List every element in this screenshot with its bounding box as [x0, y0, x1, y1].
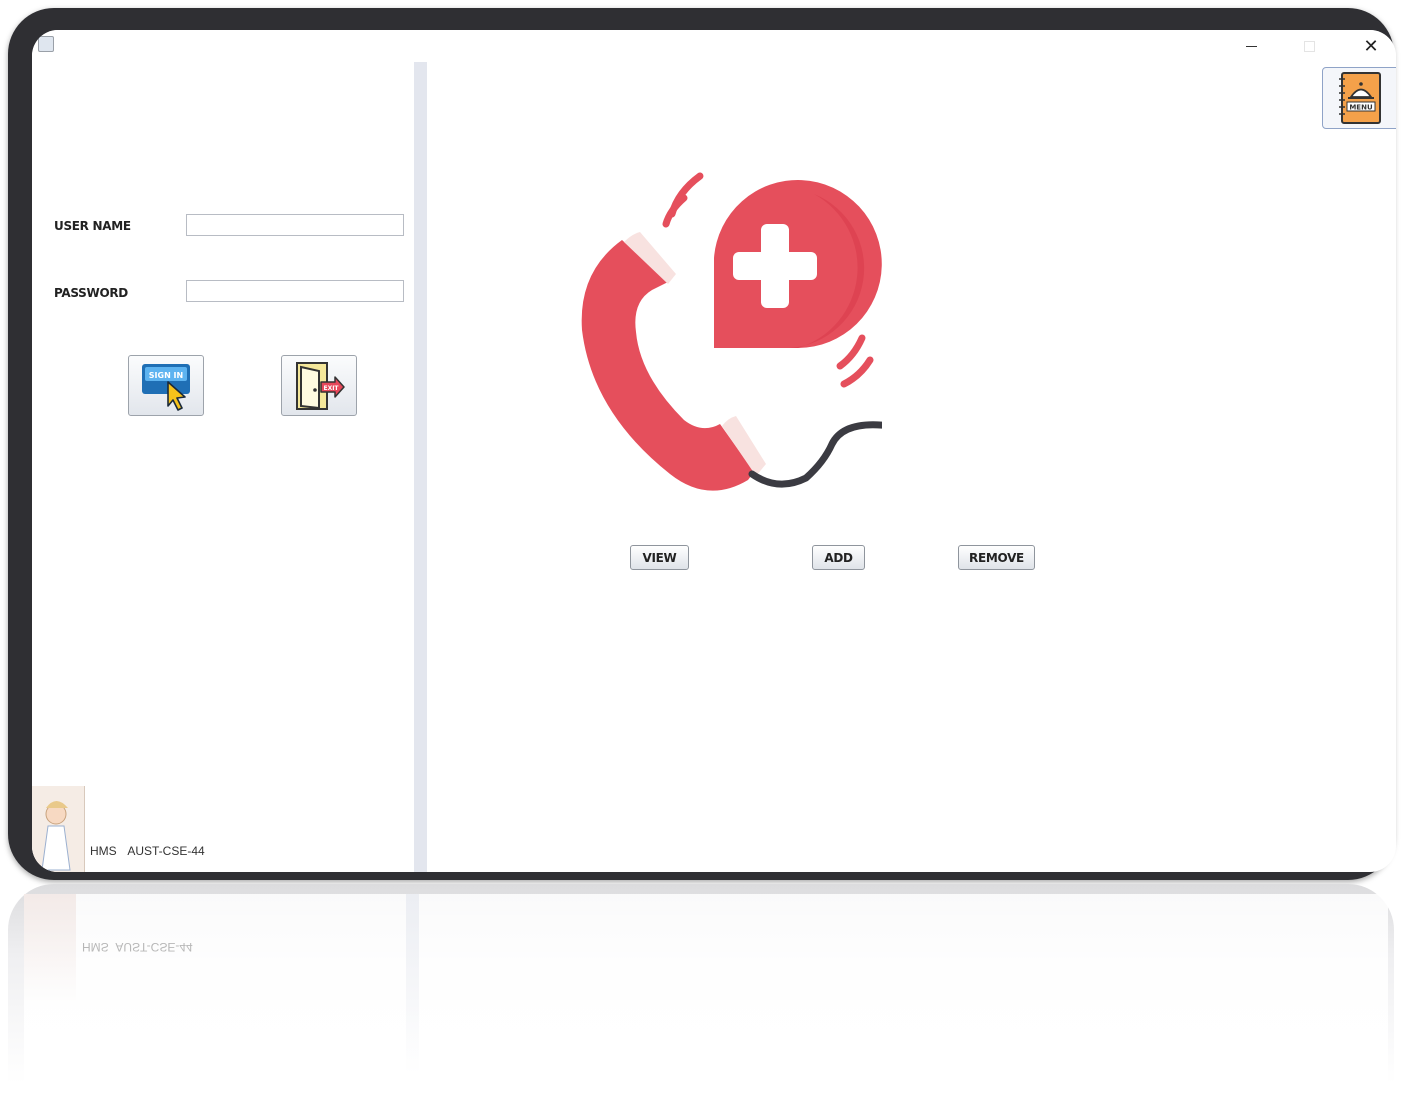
password-label: PASSWORD [54, 286, 128, 300]
remove-button[interactable]: REMOVE [958, 545, 1035, 570]
app-icon [38, 36, 54, 52]
reflection-logo [24, 894, 76, 1004]
svg-text:SIGN IN: SIGN IN [149, 371, 183, 380]
app-name-text: HMS [90, 844, 117, 858]
menu-button[interactable]: MENU [1322, 67, 1396, 129]
view-button[interactable]: VIEW [630, 545, 689, 570]
footer-credit: HMS AUST-CSE-44 [90, 844, 213, 858]
exit-door-icon: EXIT [296, 361, 345, 410]
minimize-icon [1245, 45, 1257, 47]
close-icon: ✕ [1363, 35, 1379, 56]
username-field[interactable] [186, 214, 404, 236]
reflection-divider [406, 894, 419, 1074]
svg-text:MENU: MENU [1349, 104, 1373, 112]
app-window: ✕ USER NAME PASSWORD SIGN IN EXIT HMS AU… [32, 30, 1396, 872]
menu-book-icon: MENU [1339, 72, 1381, 124]
reflection-course: AUST-CSE-44 [115, 940, 193, 954]
maximize-icon [1303, 40, 1315, 52]
password-field[interactable] [186, 280, 404, 302]
nurse-illustration [41, 801, 71, 871]
medical-call-icon [581, 172, 882, 491]
title-bar: ✕ [32, 30, 1396, 62]
sign-in-icon: SIGN IN [142, 363, 190, 411]
exit-button[interactable]: EXIT [281, 355, 357, 416]
nurse-logo-image [32, 786, 85, 872]
maximize-button[interactable] [1286, 32, 1332, 60]
add-button[interactable]: ADD [812, 545, 865, 570]
device-frame: ✕ USER NAME PASSWORD SIGN IN EXIT HMS AU… [8, 8, 1396, 880]
username-label: USER NAME [54, 219, 131, 233]
reflection-footer-text: HMS AUST-CSE-44 [82, 940, 193, 954]
panel-divider[interactable] [414, 62, 427, 872]
login-panel: USER NAME PASSWORD SIGN IN EXIT HMS AUST… [32, 62, 414, 872]
sign-in-button[interactable]: SIGN IN [128, 355, 204, 416]
reflection-app-name: HMS [82, 940, 109, 954]
minimize-button[interactable] [1228, 32, 1274, 60]
svg-text:EXIT: EXIT [323, 385, 339, 392]
reflection-screen [24, 894, 1388, 1119]
course-text: AUST-CSE-44 [127, 844, 205, 858]
window-reflection: HMS AUST-CSE-44 [8, 884, 1394, 1119]
close-button[interactable]: ✕ [1348, 32, 1394, 60]
